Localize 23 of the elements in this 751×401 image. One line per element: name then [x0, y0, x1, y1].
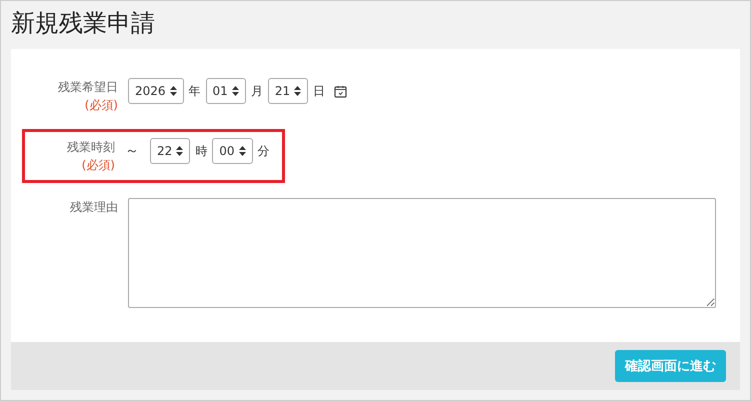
unit-label: 時	[195, 142, 208, 160]
unit-label: 年	[188, 82, 201, 100]
sort-caret-icon	[232, 86, 239, 96]
page-title: 新規残業申請	[11, 8, 156, 39]
calendar-icon[interactable]	[334, 84, 348, 98]
field-label: 残業時刻	[67, 139, 115, 156]
number-select[interactable]: 2026	[128, 78, 184, 104]
required-label: (必須)	[84, 97, 118, 114]
field-label: 残業希望日	[58, 79, 118, 96]
field-label: 残業理由	[70, 199, 118, 216]
number-select[interactable]: 01	[206, 78, 246, 104]
number-select[interactable]: 00	[212, 138, 253, 164]
unit-label: 日	[313, 82, 326, 100]
sort-caret-icon	[294, 86, 302, 96]
unit-label: 月	[250, 82, 263, 100]
unit-label: 分	[258, 142, 270, 160]
sort-caret-icon	[238, 146, 246, 156]
tilde-label: ～	[125, 142, 139, 160]
number-select[interactable]: 22	[150, 138, 190, 164]
sort-caret-icon	[176, 146, 184, 156]
sort-caret-icon	[170, 86, 177, 96]
required-label: (必須)	[82, 157, 115, 174]
number-select[interactable]: 21	[268, 78, 308, 104]
